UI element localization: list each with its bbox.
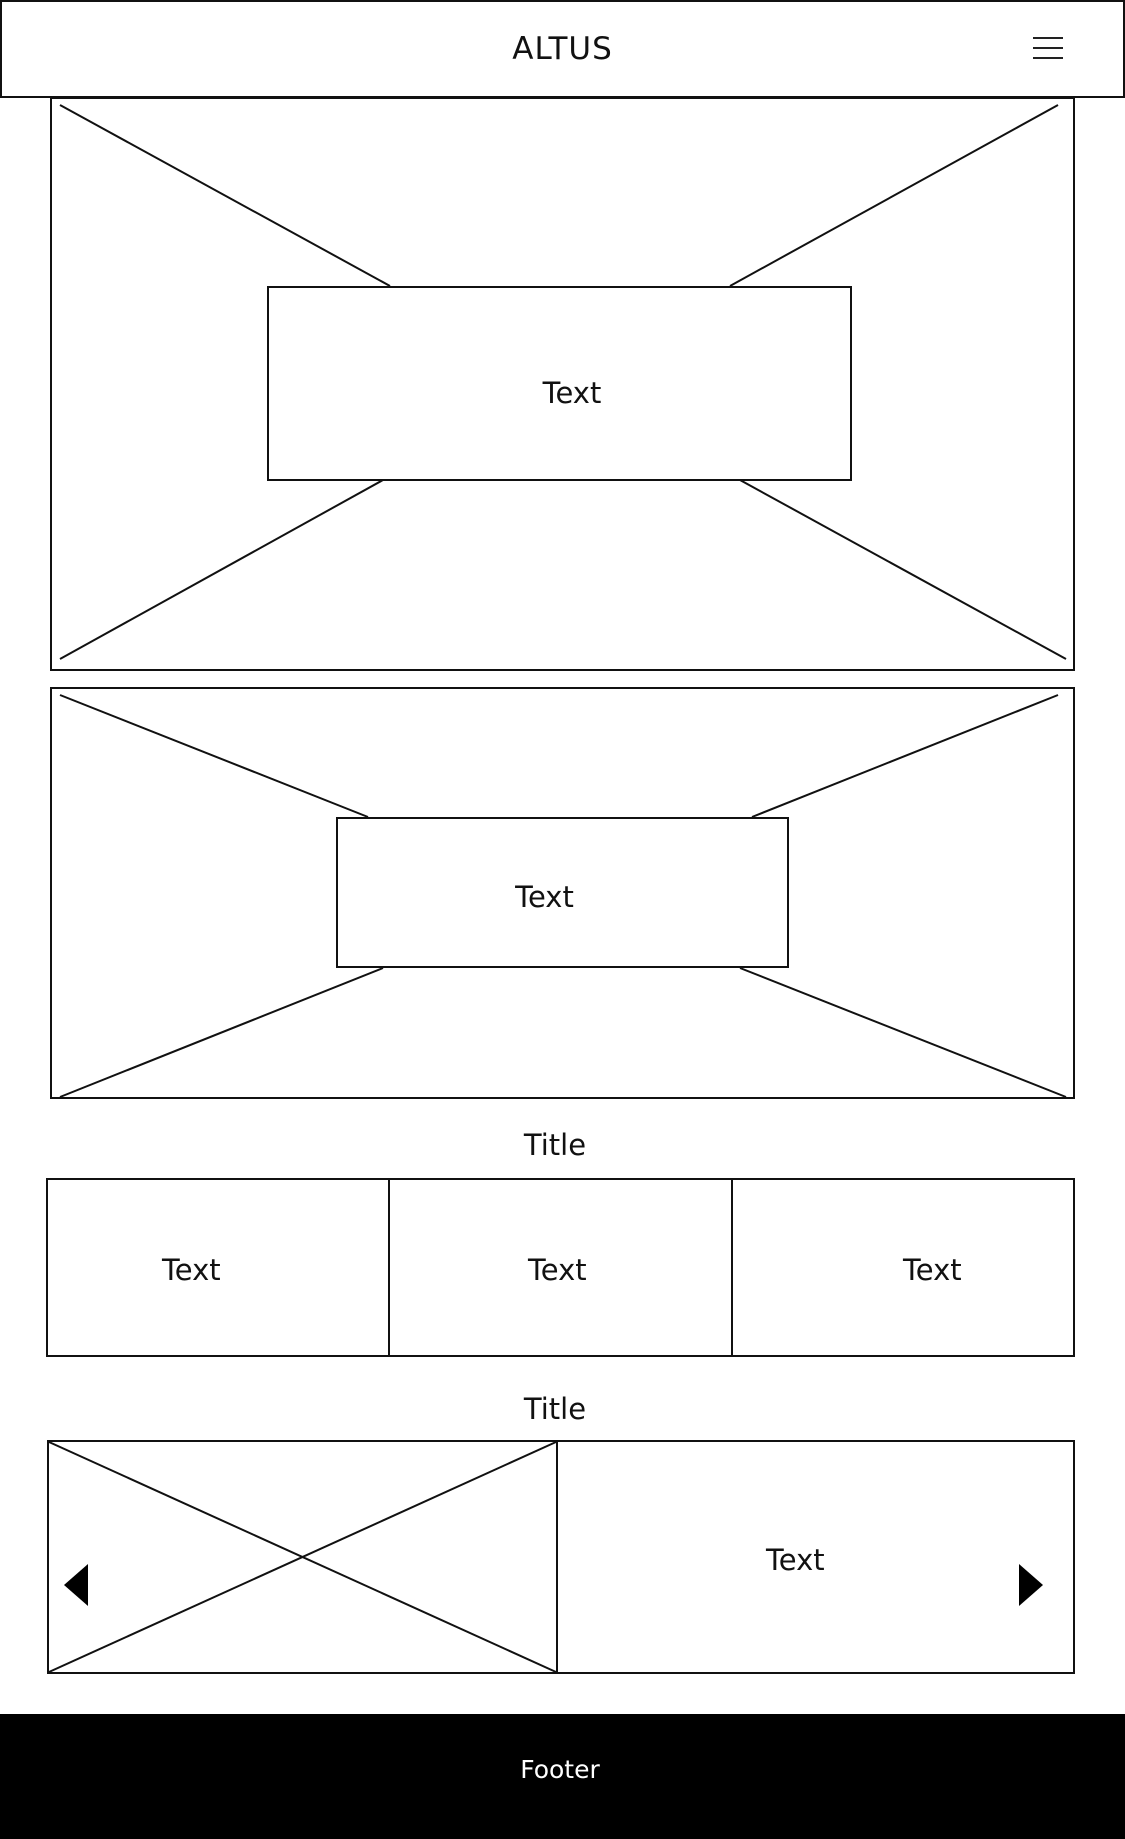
arrow-right-icon[interactable] (1019, 1564, 1043, 1606)
carousel (47, 1440, 1075, 1674)
arrow-left-icon[interactable] (64, 1564, 88, 1606)
banner-text: Text (515, 880, 574, 914)
hamburger-menu-icon[interactable] (1030, 34, 1066, 64)
feature-card-text: Text (903, 1253, 962, 1287)
brand-logo[interactable]: ALTUS (0, 34, 1125, 65)
carousel-divider (556, 1440, 558, 1674)
feature-card-text: Text (162, 1253, 221, 1287)
hero-text: Text (542, 376, 602, 410)
section-title: Title (523, 1392, 587, 1426)
feature-card-text: Text (528, 1253, 587, 1287)
footer-text: Footer (520, 1755, 600, 1784)
section-title: Title (523, 1128, 587, 1162)
carousel-slide-text: Text (766, 1543, 825, 1577)
